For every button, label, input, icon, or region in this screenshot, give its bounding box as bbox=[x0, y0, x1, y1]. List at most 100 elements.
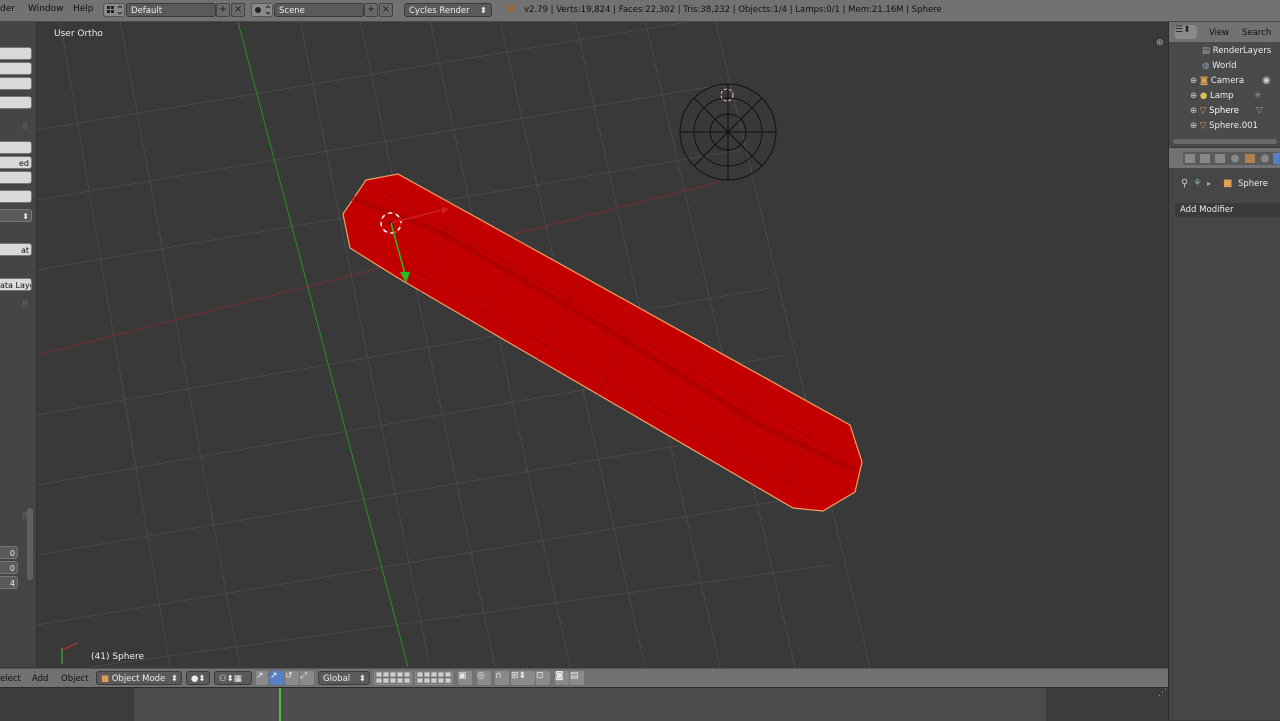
outliner-item-renderlayers[interactable]: ▤ RenderLayers bbox=[1202, 46, 1271, 56]
list-icon: ☰⬍ bbox=[1175, 25, 1191, 35]
render-layers-icon: ▤ bbox=[1202, 46, 1211, 56]
mode-selector[interactable]: ■ Object Mode ⬍ bbox=[96, 671, 182, 685]
cube-icon: ■ bbox=[101, 674, 110, 684]
menu-select[interactable]: elect bbox=[0, 674, 21, 684]
axis-indicator bbox=[61, 642, 79, 664]
shelf-button[interactable] bbox=[0, 77, 32, 90]
menu-help[interactable]: Help bbox=[73, 4, 94, 14]
shelf-button[interactable]: ed bbox=[0, 156, 32, 169]
shelf-button[interactable] bbox=[0, 47, 32, 60]
shelf-button[interactable]: ata Layo bbox=[0, 278, 32, 291]
render-engine-label: Cycles Render bbox=[409, 6, 470, 16]
current-frame-line[interactable] bbox=[279, 688, 281, 721]
proportional-edit-button[interactable]: ◎ bbox=[477, 671, 491, 685]
shelf-scrollbar[interactable] bbox=[27, 508, 33, 580]
snap-target-button[interactable]: ⊡ bbox=[536, 671, 550, 685]
layer-buttons-group-1[interactable] bbox=[374, 671, 412, 685]
transform-orientation-dropdown[interactable]: Global ⬍ bbox=[318, 671, 370, 685]
shelf-button[interactable] bbox=[0, 62, 32, 75]
menu-render[interactable]: der bbox=[0, 4, 15, 14]
viewport-shading-button[interactable]: ●⬍ bbox=[186, 671, 210, 685]
menu-add[interactable]: Add bbox=[32, 674, 48, 684]
scene-field[interactable]: Scene bbox=[274, 3, 364, 17]
add-scene-button[interactable]: + bbox=[364, 3, 378, 17]
lamp-data-icon: ✳ bbox=[1254, 91, 1262, 101]
outliner-item-sphere[interactable]: ⊕ ▽ Sphere bbox=[1190, 106, 1239, 116]
outliner-item-label: Camera bbox=[1210, 76, 1245, 86]
orientation-label: Global bbox=[323, 674, 351, 684]
number-field[interactable]: 0 bbox=[0, 546, 18, 559]
chevron-updown-icon: ⬍ bbox=[170, 674, 178, 684]
lock-layers-button[interactable]: ▣ bbox=[458, 671, 472, 685]
mode-label: Object Mode bbox=[111, 674, 166, 684]
plus-icon[interactable]: ⊕ bbox=[1156, 38, 1164, 48]
outliner-item-sphere-001[interactable]: ⊕ ▽ Sphere.001 bbox=[1190, 121, 1258, 131]
shelf-button[interactable] bbox=[0, 96, 32, 109]
manipulator-toggle[interactable]: ↗ bbox=[256, 671, 268, 685]
number-field[interactable]: 0 bbox=[0, 561, 18, 574]
add-screen-button[interactable]: + bbox=[216, 3, 230, 17]
expand-icon: ⊕ bbox=[1190, 121, 1198, 131]
remove-scene-button[interactable]: × bbox=[379, 3, 393, 17]
menu-window[interactable]: Window bbox=[28, 4, 64, 14]
sphere-mesh-object[interactable] bbox=[342, 173, 863, 512]
shelf-button[interactable]: at bbox=[0, 243, 32, 256]
outliner-scrollbar[interactable] bbox=[1169, 137, 1280, 147]
number-field[interactable]: 4 bbox=[0, 576, 18, 589]
expand-icon: ⊕ bbox=[1190, 76, 1198, 86]
shelf-button[interactable] bbox=[0, 190, 32, 203]
shelf-button[interactable] bbox=[0, 141, 32, 154]
camera-icon: ◙ bbox=[555, 671, 564, 681]
rotate-manipulator-button[interactable]: ↺ bbox=[285, 671, 299, 685]
shelf-dropdown[interactable]: ⬍ bbox=[0, 209, 32, 222]
info-header: der Window Help Default + × Scene + × Cy… bbox=[0, 0, 1280, 22]
layers-grid-icon bbox=[416, 671, 452, 684]
pin-icon[interactable]: ⚲ bbox=[1181, 178, 1188, 189]
render-engine-dropdown[interactable]: Cycles Render ⬍ bbox=[404, 3, 492, 17]
3d-viewport[interactable] bbox=[37, 22, 1167, 667]
remove-screen-button[interactable]: × bbox=[231, 3, 245, 17]
mesh-data-icon: ▽ bbox=[1256, 106, 1263, 116]
add-modifier-label: Add Modifier bbox=[1180, 205, 1234, 215]
shelf-button[interactable] bbox=[0, 171, 32, 184]
screen-layout-selector-button[interactable] bbox=[103, 3, 125, 17]
scene-selector-button[interactable] bbox=[251, 3, 273, 17]
visibility-icon[interactable]: ◉ bbox=[1262, 75, 1271, 86]
camera-wireframe[interactable] bbox=[679, 83, 777, 181]
add-modifier-dropdown[interactable]: Add Modifier bbox=[1175, 203, 1280, 217]
timeline[interactable] bbox=[0, 687, 1168, 721]
menu-view[interactable]: View bbox=[1209, 28, 1229, 38]
translate-manipulator-button[interactable]: ↗ bbox=[270, 671, 284, 685]
outliner-item-world[interactable]: ◍ World bbox=[1202, 61, 1236, 71]
snap-element-dropdown[interactable]: ⊞⬍ bbox=[511, 671, 535, 685]
mesh-icon: ▽ bbox=[1199, 106, 1207, 116]
scale-manipulator-button[interactable]: ⤢ bbox=[300, 671, 314, 685]
plus-icon: + bbox=[218, 4, 228, 15]
mesh-icon: ▽ bbox=[1199, 121, 1207, 131]
magnet-icon: ∩ bbox=[495, 671, 502, 681]
opengl-render-button[interactable]: ◙ bbox=[555, 671, 569, 685]
panel-grip-icon: ⠿ bbox=[22, 122, 28, 131]
outliner-item-lamp[interactable]: ⊕ ● Lamp bbox=[1190, 91, 1234, 101]
lamp-icon[interactable] bbox=[720, 88, 734, 102]
view3d-header: elect Add Object ■ Object Mode ⬍ ●⬍ ⚇⬍▦ … bbox=[0, 668, 1168, 688]
editor-type-button[interactable]: ☰⬍ bbox=[1175, 25, 1197, 39]
pivot-point-button[interactable]: ⚇⬍▦ bbox=[214, 671, 252, 685]
properties-editor: ⚲ ⚘ ▸ ■ Sphere Add Modifier bbox=[1168, 148, 1280, 720]
screen-layout-field[interactable]: Default bbox=[126, 3, 216, 17]
timeline-frame-range[interactable] bbox=[134, 688, 1046, 721]
chevron-updown-icon: ⬍ bbox=[358, 674, 366, 684]
pivot-icon: ⚇⬍▦ bbox=[219, 674, 242, 684]
layer-buttons-group-2[interactable] bbox=[415, 671, 453, 685]
opengl-render-animation-button[interactable]: ▤ bbox=[570, 671, 584, 685]
snap-toggle-button[interactable]: ∩ bbox=[495, 671, 509, 685]
outliner-item-camera[interactable]: ⊕ ◙ Camera bbox=[1190, 76, 1244, 86]
menu-search[interactable]: Search bbox=[1242, 28, 1271, 38]
outliner-item-label: Lamp bbox=[1209, 91, 1234, 101]
menu-object[interactable]: Object bbox=[61, 674, 89, 684]
floor-grid bbox=[37, 22, 871, 667]
active-object-label: (41) Sphere bbox=[91, 652, 145, 662]
outliner-item-label: Sphere bbox=[1209, 106, 1240, 116]
property-tabs[interactable] bbox=[1183, 152, 1279, 165]
resize-corner-icon[interactable]: ⋰ bbox=[1158, 688, 1167, 698]
